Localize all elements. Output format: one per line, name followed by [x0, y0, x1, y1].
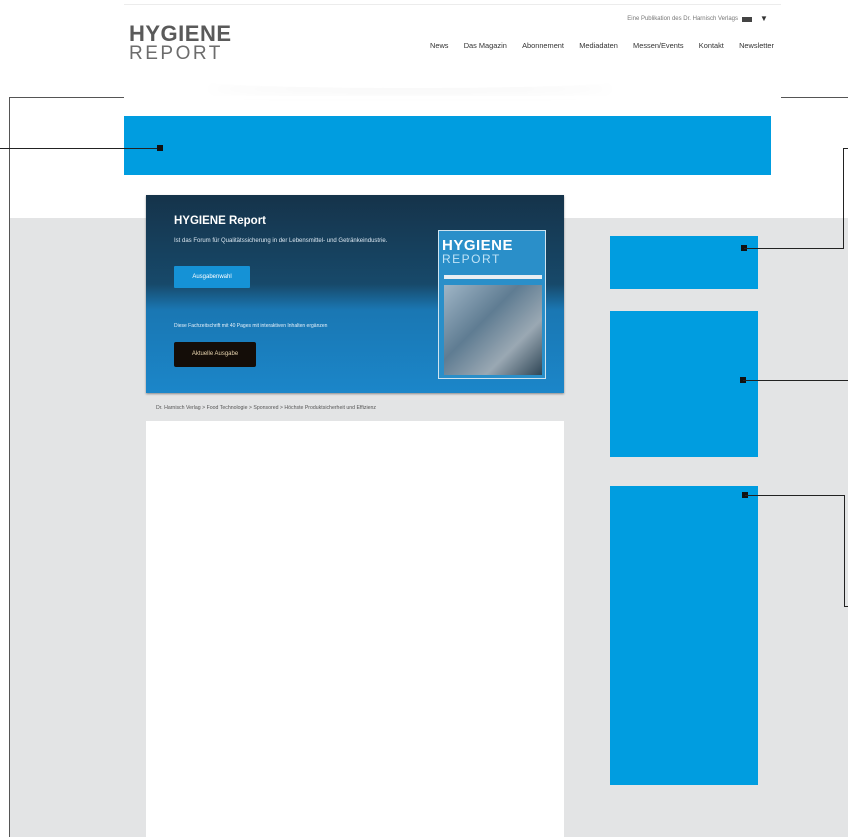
- callout-line-leaderboard: [0, 148, 160, 149]
- callout-line-sidebar-medium: [743, 380, 848, 381]
- nav-item-magazin[interactable]: Das Magazin: [464, 41, 507, 50]
- banner-subtitle: Ist das Forum für Qualitätssicherung in …: [174, 238, 388, 244]
- language-flag-icon[interactable]: [742, 17, 752, 22]
- cover-strip: [444, 275, 542, 279]
- callout-line-sidebar-small-vertical: [843, 148, 844, 249]
- callout-line-sidebar-skyscraper-bottom: [844, 606, 848, 607]
- site-logo-report[interactable]: REPORT: [129, 44, 223, 64]
- ad-sidebar-skyscraper[interactable]: [610, 486, 758, 785]
- callout-line-sidebar-skyscraper: [745, 495, 845, 496]
- cover-subtitle: REPORT: [442, 252, 501, 266]
- header-shadow: [200, 74, 620, 88]
- issue-select-button[interactable]: Ausgabenwahl: [174, 266, 250, 288]
- nav-item-mediadaten[interactable]: Mediadaten: [579, 41, 618, 50]
- chevron-down-icon[interactable]: ▼: [760, 14, 768, 23]
- article-content: [146, 421, 564, 837]
- banner-title: HYGIENE Report: [174, 215, 267, 227]
- header-bottom-edge: [124, 96, 781, 99]
- site-logo-hygiene[interactable]: HYGIENE: [129, 23, 232, 45]
- cover-title: HYGIENE: [442, 237, 514, 254]
- ad-leaderboard[interactable]: [124, 116, 771, 175]
- current-issue-button[interactable]: Aktuelle Ausgabe: [174, 342, 256, 367]
- nav-item-newsletter[interactable]: Newsletter: [739, 41, 774, 50]
- callout-line-sidebar-skyscraper-vertical: [844, 495, 845, 607]
- nav-item-messen-events[interactable]: Messen/Events: [633, 41, 684, 50]
- ad-sidebar-small[interactable]: [610, 236, 758, 289]
- nav-item-kontakt[interactable]: Kontakt: [699, 41, 724, 50]
- banner-note: Diese Fachzeitschrift mit 40 Pages mit i…: [174, 323, 328, 329]
- callout-line-sidebar-small: [744, 248, 844, 249]
- header-divider: [124, 4, 781, 5]
- nav-item-abonnement[interactable]: Abonnement: [522, 41, 564, 50]
- publisher-line[interactable]: Eine Publikation des Dr. Harnisch Verlag…: [572, 16, 738, 22]
- callout-marker-leaderboard: [157, 145, 163, 151]
- breadcrumb[interactable]: Dr. Harnisch Verlag > Food Technologie >…: [156, 405, 376, 411]
- cover-photo: [444, 285, 542, 375]
- main-nav: News Das Magazin Abonnement Mediadaten M…: [430, 41, 774, 50]
- nav-item-news[interactable]: News: [430, 41, 448, 50]
- callout-line-sidebar-small-top: [843, 148, 848, 149]
- ad-sidebar-medium[interactable]: [610, 311, 758, 457]
